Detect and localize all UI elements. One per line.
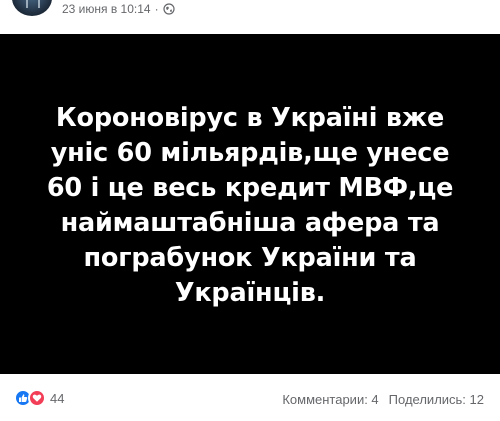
- reactions-summary[interactable]: 44: [14, 389, 64, 407]
- reaction-count[interactable]: 44: [50, 391, 64, 406]
- post-timestamp[interactable]: 23 июня в 10:14: [62, 2, 151, 16]
- shares-count[interactable]: Поделились: 12: [389, 392, 484, 407]
- image-text-line: уніс 60 мільярдів,ще унесе: [50, 137, 450, 168]
- post-header: 23 июня в 10:14 ·: [0, 0, 500, 24]
- post-image[interactable]: Короновірус в Україні вже уніс 60 мільяр…: [0, 34, 500, 374]
- image-text-line: пограбунок України та: [83, 242, 417, 273]
- post-image-text: Короновірус в Україні вже уніс 60 мільяр…: [40, 101, 460, 311]
- post-footer: 44 Комментарии: 4 Поделились: 12: [0, 374, 500, 421]
- post-meta: 23 июня в 10:14 ·: [62, 2, 175, 16]
- avatar[interactable]: [12, 0, 52, 16]
- image-text-line: 60 і це весь кредит МВФ,це: [46, 172, 454, 203]
- meta-separator: ·: [154, 2, 159, 16]
- image-text-line: Короновірус в Україні вже: [55, 102, 445, 133]
- image-text-line: Українців.: [174, 277, 326, 308]
- post-stats: Комментарии: 4 Поделились: 12: [282, 392, 484, 407]
- comments-count[interactable]: Комментарии: 4: [282, 392, 378, 407]
- image-text-line: наймаштабніша афера та: [60, 207, 440, 238]
- love-icon[interactable]: [28, 389, 46, 407]
- globe-icon[interactable]: [162, 3, 175, 15]
